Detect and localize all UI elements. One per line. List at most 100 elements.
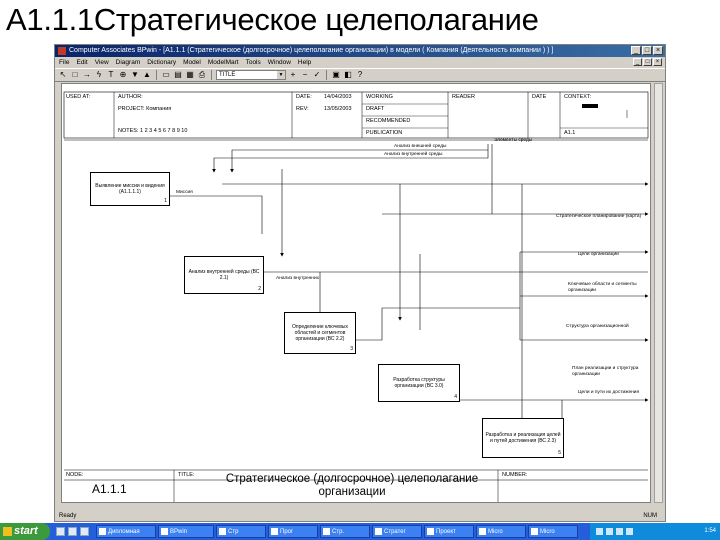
start-button[interactable]: start <box>0 523 50 540</box>
task-button-8[interactable]: Micro <box>476 525 526 538</box>
tray-volume-icon[interactable] <box>606 528 613 535</box>
go-to-parent-icon[interactable]: ▲ <box>142 70 152 80</box>
menu-dictionary[interactable]: Dictionary <box>147 57 176 68</box>
activity-box-2[interactable]: Анализ внутренней среды (ВС 2.1) 2 <box>184 256 264 294</box>
task-icon <box>375 528 382 535</box>
squiggle-icon[interactable]: ϟ <box>94 70 104 80</box>
box-tool-icon[interactable]: □ <box>70 70 80 80</box>
menu-diagram[interactable]: Diagram <box>116 57 141 68</box>
menu-help[interactable]: Help <box>298 57 311 68</box>
arrow-tool-icon[interactable]: → <box>82 70 92 80</box>
task-button-5[interactable]: Стр. <box>320 525 370 538</box>
window-title: Computer Associates BPwin - [A1.1.1 (Стр… <box>69 47 554 54</box>
text-tool-icon[interactable]: T <box>106 70 116 80</box>
date2-label: DATE <box>532 94 547 100</box>
activity-box-3-text: Определение ключевых областей и сегменто… <box>292 324 348 342</box>
arrow-label-impl: План реализации и структура организации <box>572 366 639 377</box>
task-icon <box>99 528 106 535</box>
menu-modelmart[interactable]: ModelMart <box>208 57 239 68</box>
zoom-combo[interactable]: TITLE ▼ <box>216 70 286 80</box>
mdi-close-button[interactable]: × <box>653 58 662 66</box>
minimize-button[interactable]: _ <box>631 46 641 55</box>
window-titlebar[interactable]: Computer Associates BPwin - [A1.1.1 (Стр… <box>55 45 665 57</box>
quicklaunch-media-icon[interactable] <box>80 527 89 536</box>
quicklaunch-desktop-icon[interactable] <box>68 527 77 536</box>
zoom-out-icon[interactable]: − <box>300 70 310 80</box>
activity-box-1-text: Выявление миссии и видения (A1.1.1.1) <box>95 183 165 195</box>
activity-box-4[interactable]: Разработка структуры организации (ВС 3.0… <box>378 364 460 402</box>
new-icon[interactable]: ▭ <box>161 70 171 80</box>
task-label: Стратег <box>384 529 406 535</box>
arrow-label-internal-env: Анализ внутренней среды <box>384 152 443 157</box>
start-label: start <box>14 525 38 537</box>
arrow-select-icon[interactable]: ↖ <box>58 70 68 80</box>
arrow-label-mission: Миссия <box>176 190 193 195</box>
task-button-7[interactable]: Проект <box>424 525 474 538</box>
date-value: 14/04/2003 <box>324 94 352 100</box>
maximize-button[interactable]: □ <box>642 46 652 55</box>
context-label: CONTEXT: <box>564 94 592 100</box>
menu-edit[interactable]: Edit <box>76 57 87 68</box>
task-label: BPwin <box>170 529 188 535</box>
tray-language-icon[interactable] <box>626 528 633 535</box>
menu-view[interactable]: View <box>95 57 109 68</box>
print-icon[interactable]: ⎙ <box>197 70 207 80</box>
author-label: AUTHOR: <box>118 94 143 100</box>
quicklaunch-ie-icon[interactable] <box>56 527 65 536</box>
model-explorer-icon[interactable]: ◧ <box>343 70 353 80</box>
close-button[interactable]: × <box>653 46 663 55</box>
activity-box-5-text: Разработка и реализация целей и путей до… <box>485 432 561 444</box>
task-icon <box>531 528 538 535</box>
activity-box-5[interactable]: Разработка и реализация целей и путей до… <box>482 418 564 458</box>
task-button-3[interactable]: Стр <box>216 525 266 538</box>
menu-bar: File Edit View Diagram Dictionary Model … <box>55 57 665 68</box>
task-label: Прог <box>280 529 294 535</box>
open-icon[interactable]: ▤ <box>173 70 183 80</box>
activity-box-3[interactable]: Определение ключевых областей и сегменто… <box>284 312 356 354</box>
diagram-canvas[interactable]: USED AT: AUTHOR: PROJECT: Компания DATE:… <box>61 83 651 503</box>
task-button-1[interactable]: Дипломная <box>96 525 156 538</box>
tray-network-icon[interactable] <box>596 528 603 535</box>
diagram-nav-icon[interactable]: ⊕ <box>118 70 128 80</box>
arrow-label-targets: Цели организации <box>578 252 619 257</box>
menu-window[interactable]: Window <box>268 57 291 68</box>
menu-model[interactable]: Model <box>183 57 201 68</box>
status-bar: Ready NUM <box>55 512 665 521</box>
task-icon <box>427 528 434 535</box>
mdi-restore-button[interactable]: □ <box>643 58 652 66</box>
arrow-label-achievement: Цели и пути их достижения <box>578 390 640 395</box>
task-icon <box>161 528 168 535</box>
task-label: Проект <box>436 529 456 535</box>
context-node: A1.1 <box>564 130 576 136</box>
bpwin-window: Computer Associates BPwin - [A1.1.1 (Стр… <box>54 44 666 522</box>
activity-box-2-text: Анализ внутренней среды (ВС 2.1) <box>188 269 260 281</box>
help-icon[interactable]: ? <box>355 70 365 80</box>
task-button-4[interactable]: Прог <box>268 525 318 538</box>
tray-clock[interactable]: 1:54 <box>704 523 716 540</box>
go-to-child-icon[interactable]: ▼ <box>130 70 140 80</box>
toolbar-separator <box>211 70 212 80</box>
menu-tools[interactable]: Tools <box>246 57 261 68</box>
chevron-down-icon[interactable]: ▼ <box>277 71 285 79</box>
save-icon[interactable]: ▦ <box>185 70 195 80</box>
activity-box-1[interactable]: Выявление миссии и видения (A1.1.1.1) 1 <box>90 172 170 206</box>
task-button-2[interactable]: BPwin <box>158 525 214 538</box>
report-icon[interactable]: ▣ <box>331 70 341 80</box>
system-tray: 1:54 <box>590 523 720 540</box>
rev-value: 13/05/2003 <box>324 106 352 112</box>
tray-antivirus-icon[interactable] <box>616 528 623 535</box>
arrow-label-internal-analysis: Анализ внутренних <box>276 276 320 281</box>
diagram-title: Стратегическое (долгосрочное) целеполага… <box>225 473 479 498</box>
arrow-label-strategy-org: Стратегическое планирование (карта) <box>556 214 642 219</box>
spell-icon[interactable]: ✓ <box>312 70 322 80</box>
menu-file[interactable]: File <box>59 57 69 68</box>
task-icon <box>219 528 226 535</box>
arrow-label-external-env: Анализ внешней среды <box>394 144 447 149</box>
mdi-minimize-button[interactable]: _ <box>633 58 642 66</box>
app-icon <box>58 47 66 55</box>
task-button-6[interactable]: Стратег <box>372 525 422 538</box>
task-button-9[interactable]: Micro <box>528 525 578 538</box>
zoom-in-icon[interactable]: + <box>288 70 298 80</box>
vertical-scrollbar[interactable] <box>654 83 663 503</box>
activity-box-2-number: 2 <box>258 286 261 292</box>
